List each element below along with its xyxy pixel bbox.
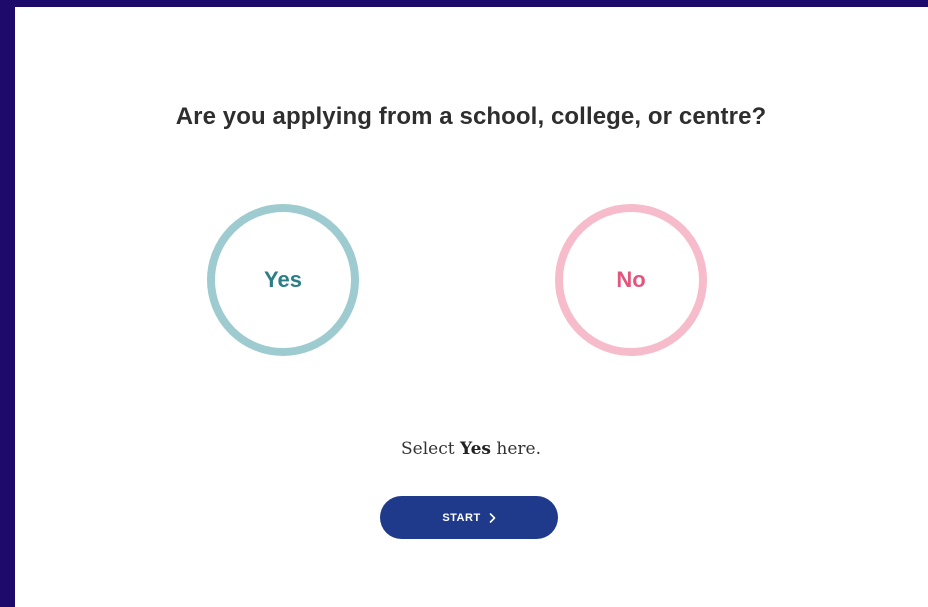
- content-panel: Are you applying from a school, college,…: [15, 7, 928, 607]
- instruction-prefix: Select: [400, 439, 460, 459]
- no-choice-button[interactable]: No: [555, 204, 707, 356]
- question-heading: Are you applying from a school, college,…: [175, 103, 767, 130]
- start-button[interactable]: START: [380, 496, 558, 539]
- chevron-right-icon: [489, 512, 496, 523]
- yes-choice-button[interactable]: Yes: [207, 204, 359, 356]
- instruction-text: Select Yes here.: [15, 439, 927, 459]
- start-button-label: START: [442, 511, 481, 524]
- no-choice-label: No: [616, 267, 646, 292]
- instruction-suffix: here.: [491, 439, 542, 459]
- yes-choice-label: Yes: [264, 267, 302, 292]
- instruction-emphasis: Yes: [459, 439, 491, 459]
